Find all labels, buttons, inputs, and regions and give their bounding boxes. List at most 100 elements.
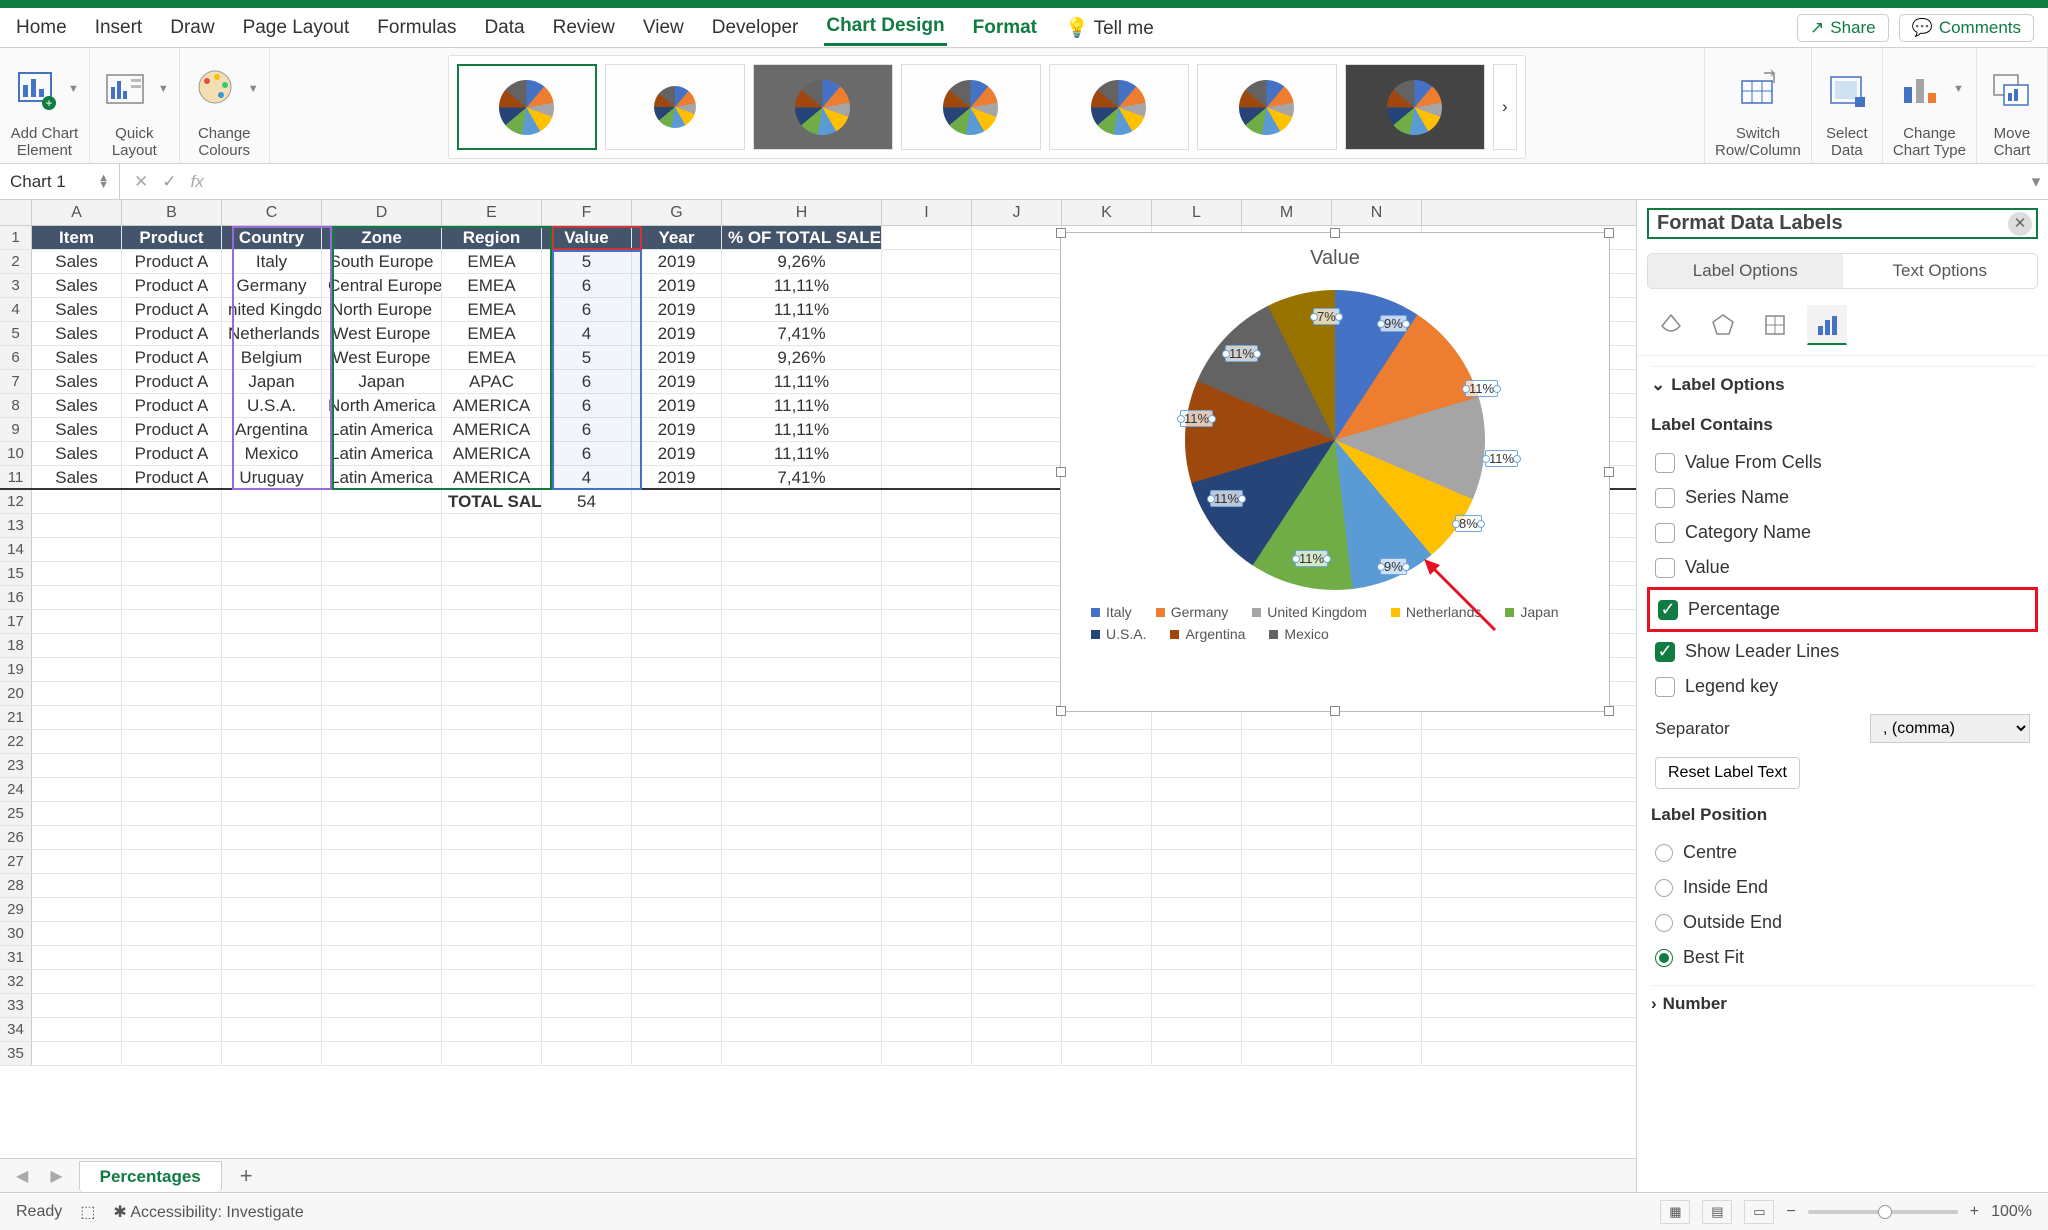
row-header[interactable]: 29	[0, 898, 32, 921]
cell[interactable]	[322, 850, 442, 873]
cell[interactable]	[222, 1018, 322, 1041]
cell[interactable]	[972, 1018, 1062, 1041]
cell[interactable]	[722, 778, 882, 801]
col-header[interactable]: N	[1332, 200, 1422, 225]
cell[interactable]	[32, 586, 122, 609]
fill-line-icon[interactable]	[1651, 305, 1691, 345]
name-box[interactable]: Chart 1 ▲▼	[0, 164, 120, 199]
cell[interactable]	[222, 754, 322, 777]
zoom-out-button[interactable]: −	[1786, 1203, 1795, 1221]
cell[interactable]: Latin America	[322, 442, 442, 465]
col-header[interactable]: F	[542, 200, 632, 225]
cell[interactable]	[1242, 874, 1332, 897]
cell[interactable]	[542, 634, 632, 657]
cell[interactable]	[972, 418, 1062, 441]
cell[interactable]	[1332, 898, 1422, 921]
cell[interactable]	[32, 778, 122, 801]
cell[interactable]	[122, 514, 222, 537]
cell[interactable]	[122, 874, 222, 897]
cell[interactable]: EMEA	[442, 274, 542, 297]
cell[interactable]: AMERICA	[442, 442, 542, 465]
row-header[interactable]: 27	[0, 850, 32, 873]
cell[interactable]	[442, 946, 542, 969]
tell-me[interactable]: 💡 Tell me	[1063, 10, 1156, 46]
tab-data[interactable]: Data	[482, 11, 526, 45]
cell[interactable]	[122, 490, 222, 513]
opt-category-name[interactable]: Category Name	[1651, 515, 2034, 550]
pane-tab-label-options[interactable]: Label Options	[1648, 254, 1843, 288]
cell[interactable]	[722, 730, 882, 753]
cell[interactable]	[632, 490, 722, 513]
cell[interactable]	[1062, 754, 1152, 777]
cell[interactable]	[442, 898, 542, 921]
cell[interactable]	[882, 490, 972, 513]
cell[interactable]: Product A	[122, 346, 222, 369]
cell[interactable]: TOTAL SALES	[442, 490, 542, 513]
cell[interactable]: AMERICA	[442, 394, 542, 417]
header-cell[interactable]: Year	[632, 226, 722, 249]
cell[interactable]	[882, 658, 972, 681]
cell[interactable]	[1062, 802, 1152, 825]
cell[interactable]	[222, 874, 322, 897]
cell[interactable]: 2019	[632, 322, 722, 345]
cell[interactable]	[632, 826, 722, 849]
cell[interactable]: 9,26%	[722, 346, 882, 369]
cell[interactable]	[32, 826, 122, 849]
row-header[interactable]: 12	[0, 490, 32, 513]
cell[interactable]	[32, 634, 122, 657]
cell[interactable]: Product A	[122, 442, 222, 465]
cell[interactable]: 11,11%	[722, 418, 882, 441]
cell[interactable]: 2019	[632, 250, 722, 273]
cell[interactable]	[322, 682, 442, 705]
cell[interactable]: 5	[542, 346, 632, 369]
header-cell[interactable]: Zone	[322, 226, 442, 249]
cell[interactable]	[1062, 730, 1152, 753]
cell[interactable]	[542, 898, 632, 921]
cell[interactable]	[722, 802, 882, 825]
cell[interactable]	[222, 826, 322, 849]
cell[interactable]	[122, 586, 222, 609]
section-number[interactable]: ›Number	[1651, 985, 2034, 1022]
row-header[interactable]: 9	[0, 418, 32, 441]
chart-title[interactable]: Value	[1061, 247, 1609, 270]
col-header[interactable]: K	[1062, 200, 1152, 225]
cell[interactable]	[632, 634, 722, 657]
cell[interactable]	[882, 514, 972, 537]
cell[interactable]	[322, 898, 442, 921]
cell[interactable]: AMERICA	[442, 418, 542, 441]
cell[interactable]	[882, 586, 972, 609]
cancel-formula-icon[interactable]: ✕	[134, 172, 148, 192]
cell[interactable]	[722, 850, 882, 873]
cell[interactable]	[122, 994, 222, 1017]
cell[interactable]	[1062, 994, 1152, 1017]
cell[interactable]	[722, 562, 882, 585]
cell[interactable]: Latin America	[322, 466, 442, 488]
cell[interactable]	[882, 370, 972, 393]
cell[interactable]	[882, 898, 972, 921]
group-switch-row-col[interactable]: Switch Row/Column	[1705, 48, 1812, 163]
cell[interactable]	[542, 538, 632, 561]
cell[interactable]	[542, 562, 632, 585]
cell[interactable]	[632, 754, 722, 777]
cell[interactable]	[1242, 754, 1332, 777]
tab-insert[interactable]: Insert	[93, 11, 145, 45]
row-header[interactable]: 18	[0, 634, 32, 657]
cell[interactable]	[122, 850, 222, 873]
cell[interactable]	[222, 778, 322, 801]
cell[interactable]	[1062, 922, 1152, 945]
cell[interactable]: Uruguay	[222, 466, 322, 488]
cell[interactable]	[632, 538, 722, 561]
cell[interactable]	[32, 1018, 122, 1041]
col-header[interactable]: C	[222, 200, 322, 225]
cell[interactable]	[972, 778, 1062, 801]
cell[interactable]	[122, 658, 222, 681]
cell[interactable]	[882, 274, 972, 297]
cell[interactable]	[32, 514, 122, 537]
cell[interactable]: West Europe	[322, 322, 442, 345]
cell[interactable]	[222, 1042, 322, 1065]
cell[interactable]	[442, 754, 542, 777]
cell[interactable]: West Europe	[322, 346, 442, 369]
cell[interactable]	[972, 706, 1062, 729]
cell[interactable]: 2019	[632, 370, 722, 393]
cell[interactable]: Sales	[32, 346, 122, 369]
